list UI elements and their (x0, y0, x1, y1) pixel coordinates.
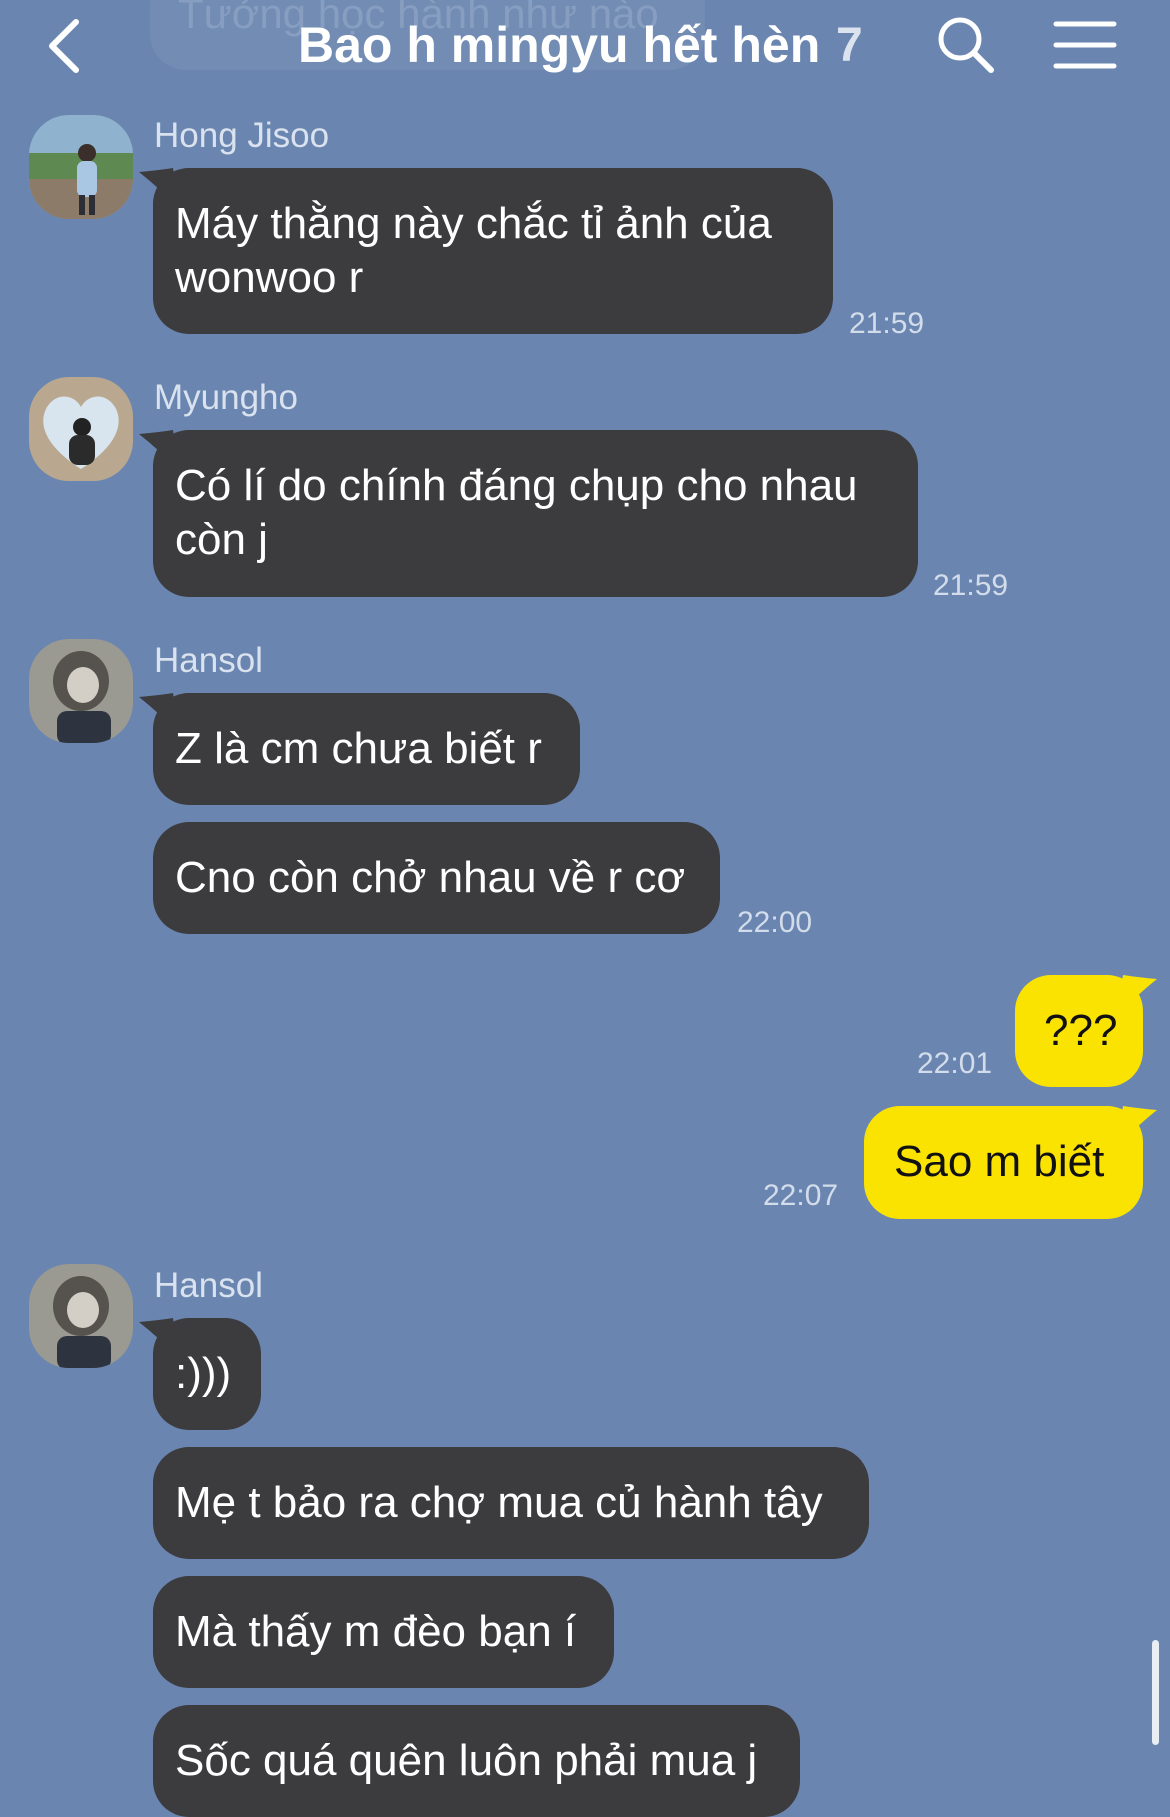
message-text-line: Máy thằng này chắc tỉ ảnh của (175, 199, 772, 248)
message-text-line: wonwoo r (175, 253, 364, 302)
message-text: Mẹ t bảo ra chợ mua củ hành tây (175, 1478, 823, 1527)
avatar-hong-jisoo[interactable] (29, 115, 133, 219)
message-text: ??? (1044, 1006, 1118, 1055)
message-text: Mà thấy m đèo bạn í (175, 1607, 577, 1656)
message-time: 21:59 (849, 307, 925, 340)
message-time: 22:07 (763, 1179, 839, 1212)
message-time: 22:01 (917, 1047, 993, 1080)
avatar-hansol[interactable] (29, 1264, 133, 1368)
message-bubble[interactable]: Cno còn chở nhau về r cơ (153, 822, 720, 934)
my-message-bubble[interactable]: ??? (1015, 975, 1157, 1087)
menu-icon (1053, 21, 1117, 69)
chat-title: Bao h mingyu hết hèn (298, 17, 821, 73)
avatar-photo (29, 1264, 133, 1368)
avatar-myungho[interactable] (29, 377, 133, 481)
member-count: 7 (836, 19, 863, 72)
avatar-photo (29, 377, 133, 481)
message-bubble[interactable]: Mà thấy m đèo bạn í (153, 1576, 614, 1688)
message-text-line: Có lí do chính đáng chụp cho nhau (175, 461, 858, 510)
bubble-tail (139, 693, 179, 733)
sender-name: Hong Jisoo (154, 116, 330, 155)
bubble-tail (139, 1318, 179, 1358)
message-text: :))) (175, 1349, 232, 1398)
back-icon (49, 19, 79, 73)
back-button[interactable] (40, 14, 90, 78)
message-text: Sao m biết (894, 1137, 1105, 1186)
avatar-hansol[interactable] (29, 639, 133, 743)
message-bubble[interactable]: Sốc quá quên luôn phải mua j (153, 1705, 800, 1817)
scrollbar[interactable] (1152, 1640, 1159, 1745)
bubble-tail (1117, 975, 1157, 1015)
sender-name: Hansol (154, 1266, 263, 1305)
message-text: Cno còn chở nhau về r cơ (175, 853, 686, 902)
message-text-line: còn j (175, 515, 268, 564)
search-button[interactable] (935, 14, 997, 76)
search-icon (938, 17, 994, 73)
message-bubble[interactable]: Mẹ t bảo ra chợ mua củ hành tây (153, 1447, 869, 1559)
message-bubble[interactable]: Z là cm chưa biết r (139, 693, 580, 805)
bubble-tail (139, 168, 179, 208)
my-message-bubble[interactable]: Sao m biết (864, 1106, 1157, 1219)
bubble-tail (1117, 1106, 1157, 1146)
message-time: 21:59 (933, 569, 1009, 602)
message-bubble[interactable]: Có lí do chính đáng chụp cho nhau còn j (139, 430, 918, 597)
chat-header: Tưởng học hành như nào Bao h mingyu hết … (0, 0, 1170, 100)
message-bubble[interactable]: Máy thằng này chắc tỉ ảnh của wonwoo r (139, 168, 833, 334)
sender-name: Hansol (154, 641, 263, 680)
message-bubble[interactable]: :))) (139, 1318, 261, 1430)
menu-button[interactable] (1052, 18, 1118, 72)
message-text: Z là cm chưa biết r (175, 724, 542, 773)
avatar-photo (29, 639, 133, 743)
avatar-photo (29, 115, 133, 219)
message-time: 22:00 (737, 906, 813, 939)
message-text: Sốc quá quên luôn phải mua j (175, 1736, 758, 1785)
sender-name: Myungho (154, 378, 298, 417)
bubble-tail (139, 430, 179, 470)
